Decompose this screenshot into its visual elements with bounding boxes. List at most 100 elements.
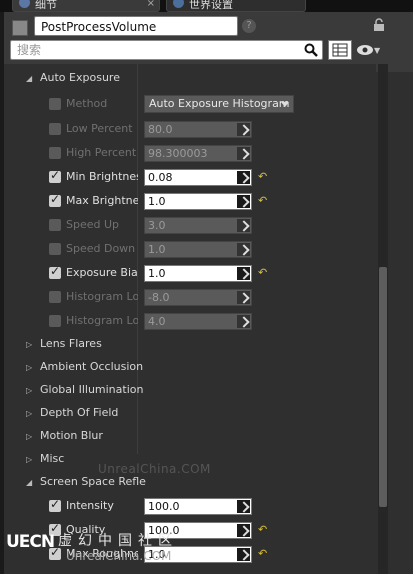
- watermark-logo: UECN: [6, 532, 55, 552]
- watermark-url: UnrealChina.COM: [66, 549, 172, 563]
- numeric-field[interactable]: 1.0: [144, 193, 252, 210]
- details-panel: PostProcessVolume ? 搜索 ▼ ◢ Auto Exposure…: [4, 12, 413, 574]
- property-label: Low Percent: [66, 122, 133, 135]
- override-checkbox[interactable]: [49, 291, 61, 303]
- field-value: 100.0: [148, 500, 180, 513]
- check-icon: ✓: [50, 497, 61, 511]
- reset-to-default-icon[interactable]: ↶: [258, 170, 267, 183]
- check-icon: ✓: [50, 168, 61, 182]
- actor-name-field[interactable]: PostProcessVolume: [34, 16, 238, 36]
- vertical-scrollbar[interactable]: [378, 64, 388, 574]
- spinner-icon[interactable]: [237, 548, 250, 561]
- property-histogram-log-max: Histogram Log 4.0: [4, 311, 376, 333]
- override-checkbox[interactable]: [49, 219, 61, 231]
- reset-to-default-icon[interactable]: ↶: [258, 194, 267, 207]
- spinner-icon[interactable]: [237, 171, 250, 184]
- chevron-down-icon[interactable]: ▼: [374, 46, 380, 55]
- property-label: Histogram Log: [66, 290, 138, 303]
- property-label: Intensity: [66, 499, 114, 512]
- override-checkbox[interactable]: ✓: [49, 497, 61, 512]
- tab-details[interactable]: 细节 ×: [12, 0, 160, 12]
- numeric-field[interactable]: 3.0: [144, 217, 252, 234]
- numeric-field[interactable]: -8.0: [144, 289, 252, 306]
- property-label: Exposure Bias: [66, 266, 138, 279]
- section-auto-exposure[interactable]: ◢ Auto Exposure: [4, 68, 376, 90]
- property-label: Max Brightnes: [66, 194, 138, 207]
- override-checkbox[interactable]: [49, 315, 61, 327]
- tab-world-settings[interactable]: 世界设置: [166, 0, 306, 12]
- spinner-icon[interactable]: [237, 500, 250, 513]
- collapsed-triangle-icon: ▷: [26, 455, 33, 464]
- property-label: Histogram Log: [66, 314, 138, 327]
- eye-icon: [357, 45, 373, 55]
- spinner-icon[interactable]: [237, 291, 250, 304]
- world-settings-icon: [173, 0, 184, 8]
- property-max-brightness: ✓ Max Brightnes 1.0 ↶: [4, 191, 376, 213]
- collapsed-triangle-icon: ▷: [26, 386, 33, 395]
- section-motion-blur[interactable]: ▷ Motion Blur: [4, 426, 376, 448]
- property-exposure-bias: ✓ Exposure Bias 1.0 ↶: [4, 263, 376, 285]
- field-value: 4.0: [148, 315, 166, 328]
- search-icon[interactable]: [304, 43, 318, 57]
- method-dropdown[interactable]: Auto Exposure Histogram: [144, 95, 294, 113]
- field-value: 1.0: [148, 243, 166, 256]
- field-value: 1.0: [148, 195, 166, 208]
- section-label: Misc: [40, 452, 65, 465]
- override-checkbox[interactable]: ✓: [49, 264, 61, 279]
- spinner-icon[interactable]: [237, 243, 250, 256]
- spinner-icon[interactable]: [237, 267, 250, 280]
- close-icon[interactable]: ×: [147, 0, 155, 9]
- override-checkbox[interactable]: ✓: [49, 192, 61, 207]
- spinner-icon[interactable]: [237, 315, 250, 328]
- section-label: Motion Blur: [40, 429, 103, 442]
- override-checkbox[interactable]: [49, 147, 61, 159]
- section-lens-flares[interactable]: ▷ Lens Flares: [4, 334, 376, 356]
- property-high-percent: High Percent 98.300003: [4, 143, 376, 165]
- spinner-icon[interactable]: [237, 147, 250, 160]
- numeric-field[interactable]: 100.0: [144, 498, 252, 515]
- property-histogram-log-min: Histogram Log -8.0: [4, 287, 376, 309]
- spinner-icon[interactable]: [237, 524, 250, 537]
- numeric-field[interactable]: 98.300003: [144, 145, 252, 162]
- grid-icon: [332, 43, 348, 57]
- numeric-field[interactable]: 1.0: [144, 241, 252, 258]
- lock-icon[interactable]: [373, 18, 385, 32]
- collapsed-triangle-icon: ▷: [26, 363, 33, 372]
- override-checkbox[interactable]: [49, 98, 61, 110]
- property-matrix-button[interactable]: [328, 40, 352, 60]
- numeric-field[interactable]: 0.08: [144, 169, 252, 186]
- details-icon: [19, 0, 30, 8]
- collapsed-triangle-icon: ▷: [26, 409, 33, 418]
- check-icon: ✓: [50, 264, 61, 278]
- section-depth-of-field[interactable]: ▷ Depth Of Field: [4, 403, 376, 425]
- reset-to-default-icon[interactable]: ↶: [258, 266, 267, 279]
- scrollbar-thumb[interactable]: [379, 267, 387, 507]
- numeric-field[interactable]: 80.0: [144, 121, 252, 138]
- field-value: 1.0: [148, 267, 166, 280]
- check-icon: ✓: [50, 192, 61, 206]
- reset-to-default-icon[interactable]: ↶: [258, 523, 267, 536]
- section-ambient-occlusion[interactable]: ▷ Ambient Occlusion: [4, 357, 376, 379]
- section-label: Auto Exposure: [40, 71, 120, 84]
- section-label: Ambient Occlusion: [40, 360, 144, 373]
- section-global-illumination[interactable]: ▷ Global Illumination: [4, 380, 376, 402]
- field-value: 80.0: [148, 123, 173, 136]
- numeric-field[interactable]: 1.0: [144, 265, 252, 282]
- property-speed-up: Speed Up 3.0: [4, 215, 376, 237]
- help-icon[interactable]: ?: [242, 19, 256, 33]
- property-label: Method: [66, 97, 108, 110]
- spinner-icon[interactable]: [237, 123, 250, 136]
- spinner-icon[interactable]: [237, 195, 250, 208]
- spinner-icon[interactable]: [237, 219, 250, 232]
- expanded-triangle-icon: ◢: [26, 74, 33, 83]
- override-checkbox[interactable]: ✓: [49, 168, 61, 183]
- override-checkbox[interactable]: [49, 243, 61, 255]
- reset-to-default-icon[interactable]: ↶: [258, 547, 267, 560]
- tab-world-settings-label: 世界设置: [189, 0, 233, 11]
- override-checkbox[interactable]: [49, 123, 61, 135]
- collapsed-triangle-icon: ▷: [26, 432, 33, 441]
- property-label: High Percent: [66, 146, 137, 159]
- property-label: Speed Down: [66, 242, 136, 255]
- search-input[interactable]: 搜索: [10, 40, 323, 60]
- numeric-field[interactable]: 4.0: [144, 313, 252, 330]
